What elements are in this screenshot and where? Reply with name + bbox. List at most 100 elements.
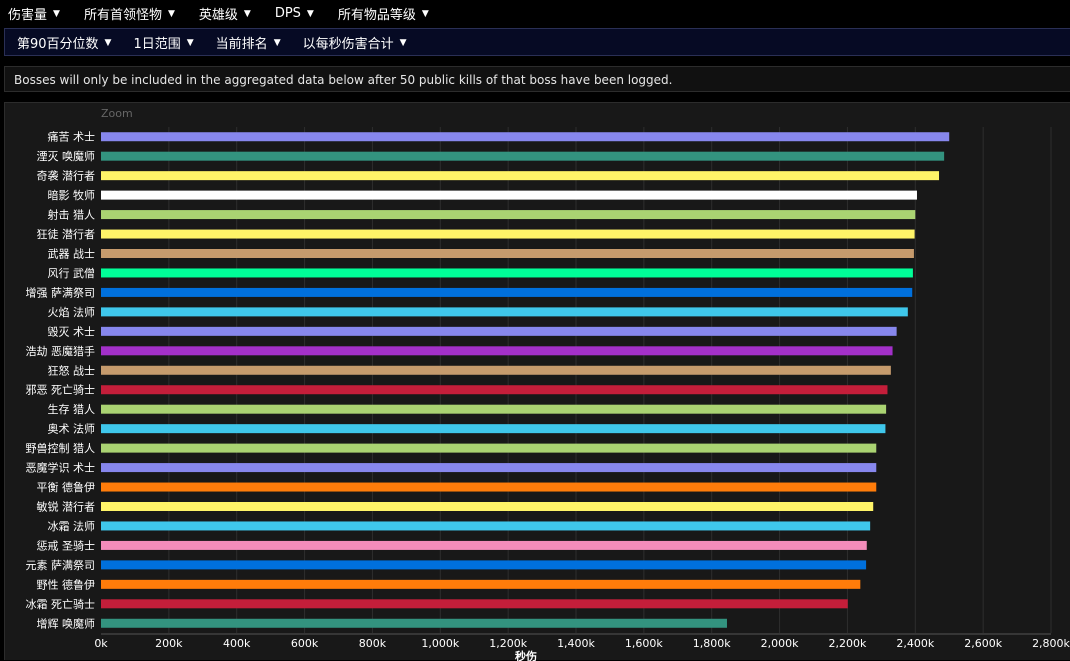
bar (101, 326, 897, 336)
x-tick-label: 2,000k (761, 637, 799, 650)
x-tick-label: 1,000k (421, 637, 459, 650)
dps-bar-chart: 痛苦 术士湮灭 唤魔师奇袭 潜行者暗影 牧师射击 猎人狂徒 潜行者武器 战士风行… (26, 127, 1070, 661)
chart-panel: Zoom 痛苦 术士 湮灭 唤魔师 奇袭 潜行者 暗影 牧师 射击 猎人 狂徒 潜行者 武器… (4, 102, 1070, 661)
sub-filter-bar: 第90百分位数 ▼ 1日范围 ▼ 当前排名 ▼ 以每秒伤害合计 ▼ (4, 28, 1070, 56)
top-filter-dropdown-label: 所有物品等级 (337, 7, 416, 23)
category-label: 生存 猎人 (48, 402, 96, 416)
top-filter-dropdown-2[interactable]: 英雄级 ▼ (199, 4, 251, 23)
top-filter-dropdown-4[interactable]: 所有物品等级 ▼ (338, 4, 429, 23)
bar (101, 190, 917, 200)
category-label: 湮灭 唤魔师 (37, 149, 96, 163)
sub-filter-dropdown-label: 第90百分位数 (17, 36, 99, 52)
caret-down-icon: ▼ (104, 38, 112, 48)
top-filter-dropdown-label: 英雄级 (198, 7, 238, 23)
caret-down-icon: ▼ (186, 38, 194, 48)
category-label: 恶魔学识 术士 (26, 461, 96, 475)
caret-down-icon: ▼ (421, 9, 429, 19)
caret-down-icon: ▼ (273, 38, 281, 48)
top-filter-dropdown-3[interactable]: DPS ▼ (275, 6, 314, 21)
bar (101, 171, 940, 181)
category-label: 冰霜 死亡骑士 (26, 597, 96, 611)
caret-down-icon: ▼ (306, 9, 314, 19)
category-label: 射击 猎人 (48, 208, 96, 222)
bar (101, 307, 908, 317)
sub-filter-dropdown-3[interactable]: 以每秒伤害合计 ▼ (303, 33, 407, 52)
bar (101, 502, 874, 511)
category-label: 痛苦 术士 (48, 130, 96, 144)
x-tick-label: 2,800k (1032, 637, 1070, 650)
bar (101, 132, 950, 142)
top-filter-dropdown-label: 伤害量 (8, 7, 48, 23)
bar (101, 268, 913, 278)
bar (101, 229, 915, 239)
x-tick-label: 400k (223, 637, 251, 650)
category-label: 平衡 德鲁伊 (37, 480, 96, 494)
sub-filter-dropdown-label: 1日范围 (133, 36, 181, 52)
x-tick-label: 1,600k (625, 637, 663, 650)
bar (101, 346, 893, 356)
top-filter-dropdown-label: 所有首领怪物 (83, 7, 162, 23)
bar (101, 618, 727, 628)
bar (101, 579, 861, 589)
caret-down-icon: ▼ (399, 38, 407, 48)
sub-filter-dropdown-2[interactable]: 当前排名 ▼ (216, 33, 281, 52)
bar (101, 521, 871, 531)
sub-filter-dropdown-1[interactable]: 1日范围 ▼ (133, 33, 193, 52)
notice-banner: Bosses will only be included in the aggr… (4, 66, 1070, 92)
category-label: 元素 萨满祭司 (26, 559, 96, 572)
category-label: 野性 德鲁伊 (37, 577, 96, 591)
category-label: 增辉 唤魔师 (37, 616, 96, 630)
x-axis-label: 秒伤 (515, 649, 537, 661)
top-filter-bar: 伤害量 ▼ 所有首领怪物 ▼ 英雄级 ▼ DPS ▼ 所有物品等级 ▼ (0, 0, 1070, 26)
caret-down-icon: ▼ (167, 9, 175, 19)
category-label: 惩戒 圣骑士 (37, 539, 96, 552)
bar (101, 443, 877, 453)
top-filter-dropdown-0[interactable]: 伤害量 ▼ (8, 4, 60, 23)
bar (101, 210, 916, 220)
sub-filter-dropdown-0[interactable]: 第90百分位数 ▼ (17, 33, 111, 52)
category-label: 冰霜 法师 (48, 519, 96, 533)
bar (101, 249, 914, 258)
caret-down-icon: ▼ (243, 9, 251, 19)
category-label: 风行 武僧 (48, 267, 96, 280)
bar (101, 424, 886, 434)
sub-filter-dropdown-label: 当前排名 (215, 36, 268, 52)
category-label: 增强 萨满祭司 (26, 285, 96, 299)
caret-down-icon: ▼ (53, 9, 60, 19)
category-label: 邪恶 死亡骑士 (26, 383, 96, 397)
bar (101, 599, 848, 609)
category-label: 狂徒 潜行者 (37, 227, 96, 241)
bar (101, 385, 888, 395)
x-tick-label: 200k (155, 637, 183, 650)
x-tick-label: 2,400k (896, 637, 934, 650)
category-label: 奇袭 潜行者 (37, 169, 96, 183)
category-label: 敏锐 潜行者 (37, 500, 96, 514)
bar (101, 560, 867, 570)
bar (101, 151, 945, 161)
x-tick-label: 1,800k (693, 637, 731, 650)
category-label: 奥术 法师 (48, 422, 96, 436)
category-label: 野兽控制 猎人 (26, 441, 96, 455)
x-tick-label: 1,200k (489, 637, 527, 650)
x-tick-label: 2,200k (828, 637, 866, 650)
bar (101, 463, 877, 473)
category-label: 浩劫 恶魔猎手 (26, 344, 96, 358)
bar (101, 404, 887, 414)
x-tick-label: 2,600k (964, 637, 1002, 650)
category-label: 毁灭 术士 (48, 324, 96, 338)
sub-filter-dropdown-label: 以每秒伤害合计 (302, 36, 394, 52)
x-tick-label: 800k (359, 637, 387, 650)
x-tick-label: 1,400k (557, 637, 595, 650)
bar (101, 287, 913, 297)
category-label: 武器 战士 (48, 248, 96, 261)
x-tick-label: 0k (94, 637, 108, 650)
category-label: 火焰 法师 (48, 305, 96, 319)
category-label: 暗影 牧师 (48, 188, 96, 202)
category-label: 狂怒 战士 (48, 363, 96, 377)
top-filter-dropdown-label: DPS (274, 5, 301, 21)
bar (101, 540, 867, 550)
bar (101, 365, 891, 375)
top-filter-dropdown-1[interactable]: 所有首领怪物 ▼ (84, 4, 175, 23)
bar (101, 482, 877, 492)
x-tick-label: 600k (291, 637, 319, 650)
